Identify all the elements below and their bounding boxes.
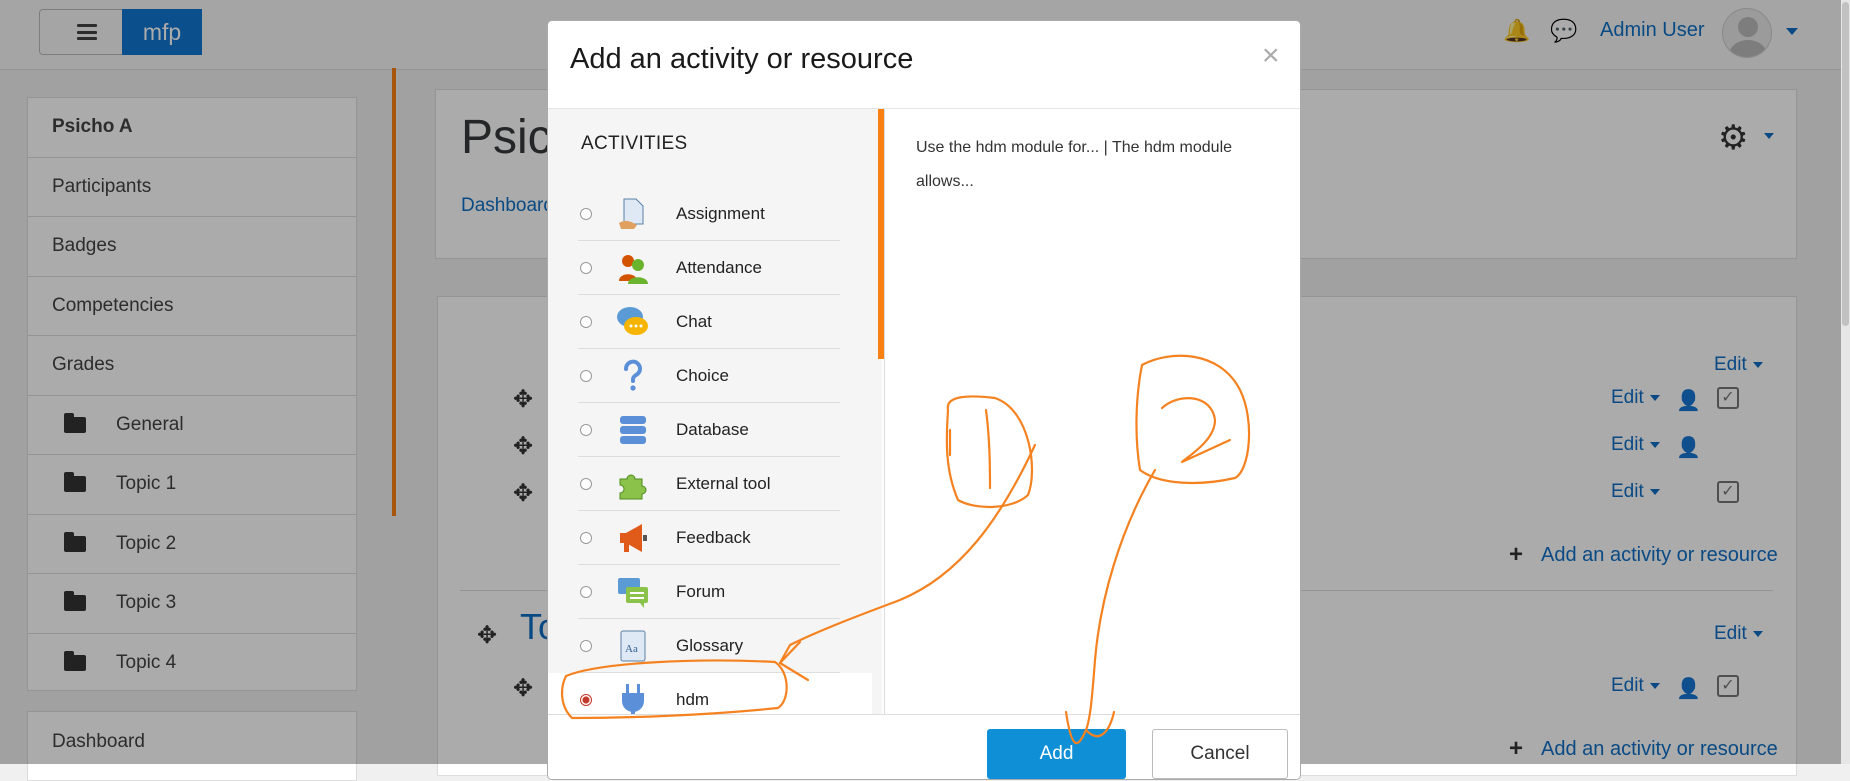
scrollbar-thumb[interactable]	[1842, 2, 1849, 326]
puzzle-icon	[616, 467, 650, 501]
assignment-icon	[616, 197, 650, 231]
option-hdm[interactable]: hdm	[548, 673, 872, 714]
attendance-icon	[616, 251, 650, 285]
option-attendance[interactable]: Attendance	[578, 241, 840, 295]
option-radio[interactable]	[580, 585, 592, 598]
svg-text:Aa: Aa	[625, 643, 638, 655]
plug-icon	[616, 683, 650, 714]
option-description-panel: Use the hdm module for... | The hdm modu…	[884, 109, 1300, 714]
megaphone-icon	[616, 521, 650, 555]
dialog-title: Add an activity or resource	[570, 43, 914, 75]
option-description: Use the hdm module for... | The hdm modu…	[916, 139, 1233, 190]
glossary-icon: Aa	[616, 629, 650, 663]
close-icon[interactable]: ×	[1262, 39, 1280, 73]
dialog-header: Add an activity or resource ×	[548, 21, 1300, 109]
database-icon	[616, 413, 650, 447]
option-chat[interactable]: Chat	[578, 295, 840, 349]
option-database[interactable]: Database	[578, 403, 840, 457]
section-heading: ACTIVITIES	[581, 133, 688, 154]
option-choice[interactable]: Choice	[578, 349, 840, 403]
question-mark-icon	[616, 359, 650, 393]
option-radio[interactable]	[580, 639, 592, 652]
dialog-footer: Add Cancel	[548, 714, 1300, 779]
option-radio[interactable]	[580, 369, 592, 382]
option-external-tool[interactable]: External tool	[578, 457, 840, 511]
option-radio-selected[interactable]	[580, 694, 592, 706]
option-radio[interactable]	[580, 423, 592, 436]
option-radio[interactable]	[580, 207, 592, 220]
forum-icon	[616, 575, 650, 609]
option-radio[interactable]	[580, 531, 592, 544]
option-assignment[interactable]: Assignment	[578, 187, 840, 241]
chat-icon	[616, 305, 650, 339]
option-radio[interactable]	[580, 261, 592, 274]
add-button[interactable]: Add	[987, 729, 1126, 779]
option-feedback[interactable]: Feedback	[578, 511, 840, 565]
activity-chooser-dialog: Add an activity or resource × ACTIVITIES…	[547, 20, 1301, 780]
option-radio[interactable]	[580, 477, 592, 490]
cancel-button[interactable]: Cancel	[1152, 729, 1288, 779]
activity-options-list[interactable]: ACTIVITIES Assignment Attendance Chat Ch…	[548, 109, 882, 714]
option-forum[interactable]: Forum	[578, 565, 840, 619]
option-glossary[interactable]: Aa Glossary	[578, 619, 840, 673]
page-scrollbar[interactable]	[1841, 0, 1850, 764]
option-radio[interactable]	[580, 315, 592, 328]
